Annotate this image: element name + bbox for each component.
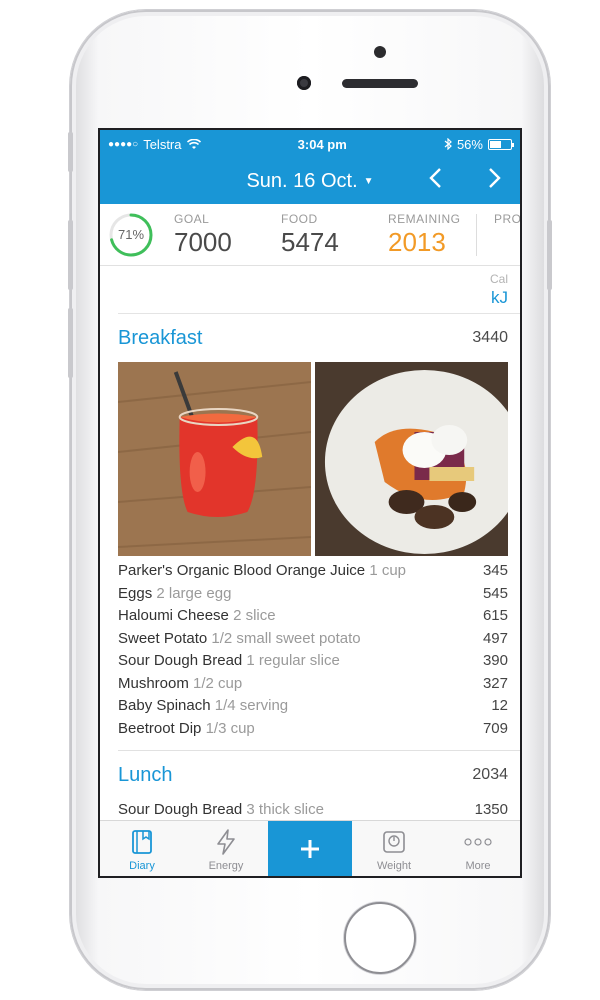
food-item[interactable]: Beetroot Dip 1/3 cup 709 (118, 718, 508, 741)
plus-icon (301, 839, 319, 858)
breakfast-items: Parker's Organic Blood Orange Juice 1 cu… (100, 556, 520, 740)
energy-summary[interactable]: 71% GOAL 7000 FOOD 5474 REMAINING 2013 P… (100, 204, 520, 266)
volume-up-button (68, 220, 73, 290)
chevron-left-icon (429, 168, 441, 188)
tab-weight[interactable]: Weight (352, 821, 436, 876)
food-item[interactable]: Parker's Organic Blood Orange Juice 1 cu… (118, 560, 508, 583)
breakfast-photos (100, 362, 520, 556)
food-item[interactable]: Sour Dough Bread 3 thick slice 1350 (118, 799, 508, 822)
front-camera (297, 76, 311, 90)
remaining-value: 2013 (388, 227, 446, 257)
date-selector[interactable]: Sun. 16 Oct. ▼ (246, 170, 373, 193)
earpiece-speaker (342, 79, 418, 88)
home-button[interactable] (344, 902, 416, 974)
food-stat: FOOD 5474 (281, 212, 339, 257)
scale-icon (383, 831, 405, 853)
battery-icon (487, 138, 514, 150)
tab-bar: Diary Energy Weight More (100, 820, 520, 876)
tab-diary[interactable]: Diary (100, 821, 184, 876)
meal-total: 2034 (472, 766, 508, 783)
tab-label: Energy (208, 860, 244, 872)
mute-switch (68, 132, 73, 172)
goal-value: 7000 (174, 227, 232, 257)
tab-more[interactable]: More (436, 821, 520, 876)
food-item[interactable]: Haloumi Cheese 2 slice 615 (118, 605, 508, 628)
add-entry-button[interactable] (268, 821, 352, 876)
chevron-right-icon (489, 168, 501, 188)
battery-percent: 56% (456, 136, 483, 152)
lunch-items: Sour Dough Bread 3 thick slice 1350 (100, 799, 520, 822)
goal-stat: GOAL 7000 (174, 212, 232, 257)
food-item[interactable]: Mushroom 1/2 cup 327 (118, 673, 508, 696)
energy-icon (217, 829, 235, 855)
meal-title: Lunch (118, 763, 173, 786)
remaining-stat: REMAINING 2013 (388, 212, 461, 257)
food-item[interactable]: Sweet Potato 1/2 small sweet potato 497 (118, 628, 508, 651)
unit-toggle[interactable]: Cal kJ (118, 266, 520, 314)
progress-percent: 71% (117, 227, 145, 242)
food-item[interactable]: Sour Dough Bread 1 regular slice 390 (118, 650, 508, 673)
tab-label: More (465, 860, 491, 872)
unit-kj-option[interactable]: kJ (491, 288, 508, 308)
status-time: 3:04 pm (297, 136, 347, 152)
extra-stat: PRO (494, 212, 522, 226)
date-nav-bar: Sun. 16 Oct. ▼ (100, 158, 520, 204)
juice-photo[interactable] (118, 362, 311, 556)
tab-energy[interactable]: Energy (184, 821, 268, 876)
diary-icon (132, 830, 152, 854)
proximity-sensor (374, 46, 386, 58)
signal-icon: ●●●●○ (108, 138, 139, 150)
meal-total: 3440 (472, 329, 508, 346)
more-icon (464, 838, 492, 846)
next-day-button[interactable] (480, 166, 510, 194)
summary-divider (476, 214, 477, 256)
tab-label: Weight (376, 860, 412, 872)
lunch-header[interactable]: Lunch 2034 (100, 751, 520, 799)
wifi-icon (186, 138, 201, 149)
date-title: Sun. 16 Oct. (246, 169, 358, 192)
bluetooth-icon (444, 138, 452, 150)
food-item[interactable]: Baby Spinach 1/4 serving 12 (118, 695, 508, 718)
volume-down-button (68, 308, 73, 378)
power-button (547, 220, 552, 290)
breakfast-header[interactable]: Breakfast 3440 (100, 314, 520, 362)
eggs-plate-photo[interactable] (315, 362, 508, 556)
status-bar: ●●●●○ Telstra 3:04 pm 56% (100, 130, 520, 158)
unit-cal-option[interactable]: Cal (490, 272, 508, 286)
food-value: 5474 (281, 227, 339, 257)
caret-down-icon: ▼ (363, 175, 374, 187)
meal-title: Breakfast (118, 326, 203, 349)
previous-day-button[interactable] (420, 166, 450, 194)
app-screen: ●●●●○ Telstra 3:04 pm 56% Sun. 16 Oct. ▼ (98, 128, 522, 878)
tab-label: Diary (129, 860, 155, 872)
carrier-label: Telstra (143, 136, 182, 152)
food-item[interactable]: Eggs 2 large egg 545 (118, 583, 508, 606)
